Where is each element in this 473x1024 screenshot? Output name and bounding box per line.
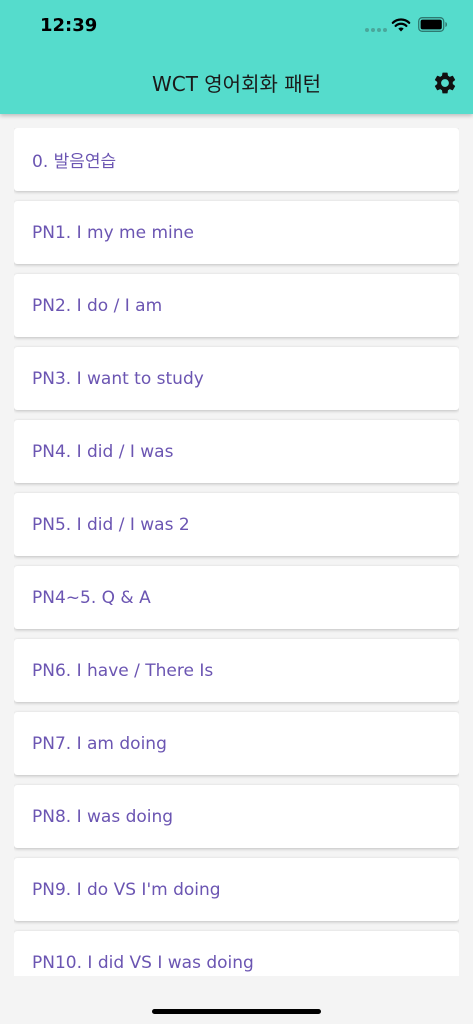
list-item[interactable]: PN1. I my me mine — [14, 201, 459, 264]
battery-icon — [418, 17, 447, 32]
signal-icon — [365, 28, 387, 34]
status-time: 12:39 — [40, 15, 98, 36]
list-item-label: PN9. I do VS I'm doing — [32, 879, 221, 900]
app-root: 12:39 WCT 영어회화 패턴 0. 발음연습 PN1. I my me m… — [0, 0, 473, 1024]
list-item-label: PN1. I my me mine — [32, 222, 194, 243]
wifi-icon — [391, 18, 411, 32]
list-item-label: PN7. I am doing — [32, 733, 167, 754]
list-item-label: PN4~5. Q & A — [32, 587, 151, 608]
list-item-label: PN8. I was doing — [32, 806, 174, 827]
list-item[interactable]: 0. 발음연습 — [14, 128, 459, 191]
lesson-list: 0. 발음연습 PN1. I my me mine PN2. I do / I … — [14, 128, 459, 976]
list-item-label: PN4. I did / I was — [32, 441, 174, 462]
page-title: WCT 영어회화 패턴 — [151, 72, 322, 96]
gear-icon[interactable] — [432, 70, 458, 96]
app-header: 12:39 WCT 영어회화 패턴 — [0, 0, 473, 114]
list-item[interactable]: PN9. I do VS I'm doing — [14, 858, 459, 921]
list-item-label: PN5. I did / I was 2 — [32, 514, 190, 535]
list-item[interactable]: PN5. I did / I was 2 — [14, 493, 459, 556]
home-indicator[interactable] — [152, 1009, 321, 1014]
list-item-label: PN6. I have / There Is — [32, 660, 214, 681]
list-item[interactable]: PN8. I was doing — [14, 785, 459, 848]
bottom-area — [0, 976, 473, 1024]
list-item[interactable]: PN3. I want to study — [14, 347, 459, 410]
list-item[interactable]: PN4~5. Q & A — [14, 566, 459, 629]
list-item-label: PN10. I did VS I was doing — [32, 952, 254, 973]
list-item-label: 0. 발음연습 — [32, 152, 117, 172]
list-item[interactable]: PN7. I am doing — [14, 712, 459, 775]
list-item[interactable]: PN10. I did VS I was doing — [14, 931, 459, 976]
list-item[interactable]: PN2. I do / I am — [14, 274, 459, 337]
status-bar: 12:39 — [0, 0, 473, 52]
list-item[interactable]: PN6. I have / There Is — [14, 639, 459, 702]
list-item[interactable]: PN4. I did / I was — [14, 420, 459, 483]
list-item-label: PN3. I want to study — [32, 368, 204, 389]
list-item-label: PN2. I do / I am — [32, 295, 163, 316]
